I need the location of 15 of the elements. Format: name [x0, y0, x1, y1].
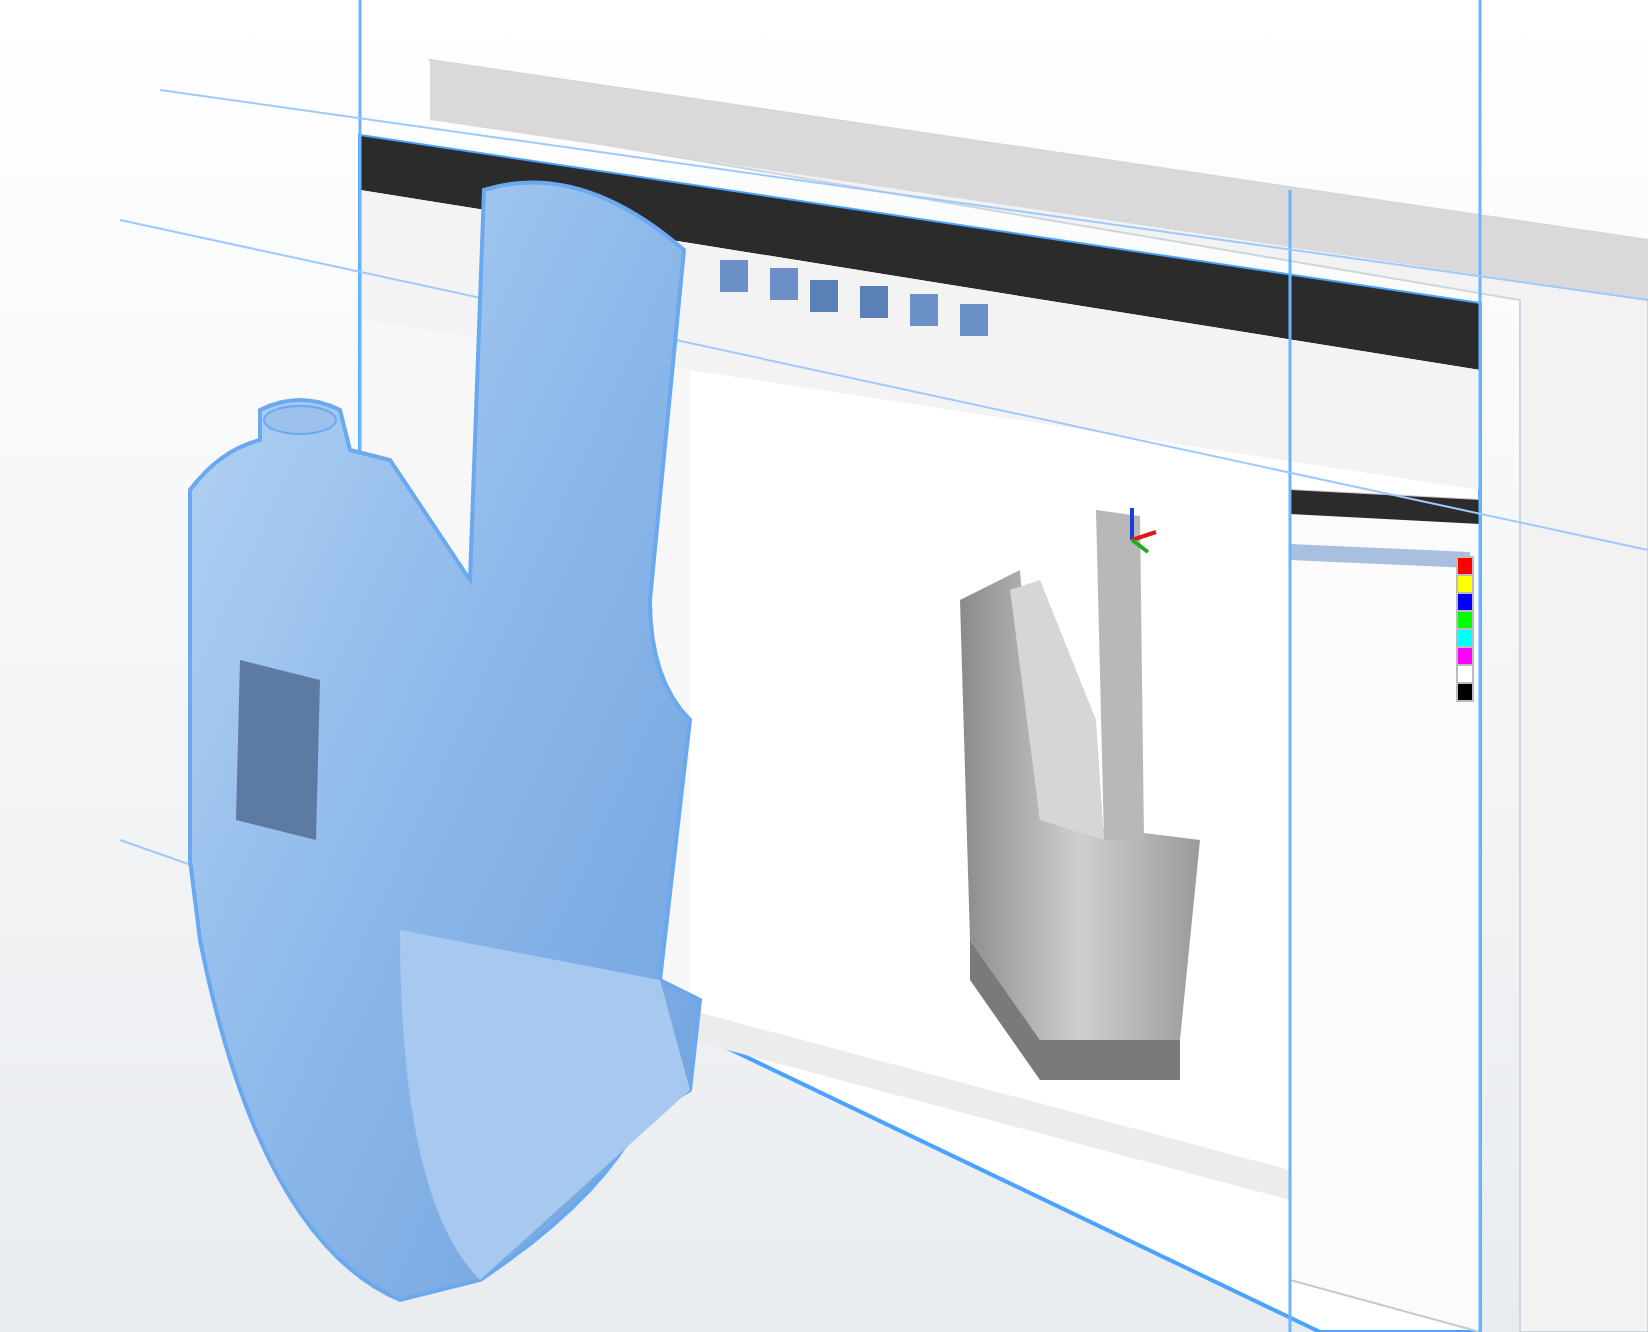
color-swatch[interactable] — [1458, 558, 1472, 574]
ribbon-icon[interactable] — [910, 294, 938, 326]
color-swatch[interactable] — [1458, 594, 1472, 610]
color-swatch[interactable] — [1458, 612, 1472, 628]
axis-triad-icon — [1130, 508, 1157, 554]
ribbon-icon[interactable] — [770, 268, 798, 300]
color-swatch[interactable] — [1458, 648, 1472, 664]
ribbon-icon[interactable] — [960, 304, 988, 336]
color-swatch[interactable] — [1458, 576, 1472, 592]
color-swatch[interactable] — [1458, 684, 1472, 700]
ribbon-icon[interactable] — [720, 260, 748, 292]
color-swatch[interactable] — [1458, 666, 1472, 682]
ribbon-icon[interactable] — [860, 286, 888, 318]
color-swatch[interactable] — [1458, 630, 1472, 646]
ribbon-icon[interactable] — [810, 280, 838, 312]
